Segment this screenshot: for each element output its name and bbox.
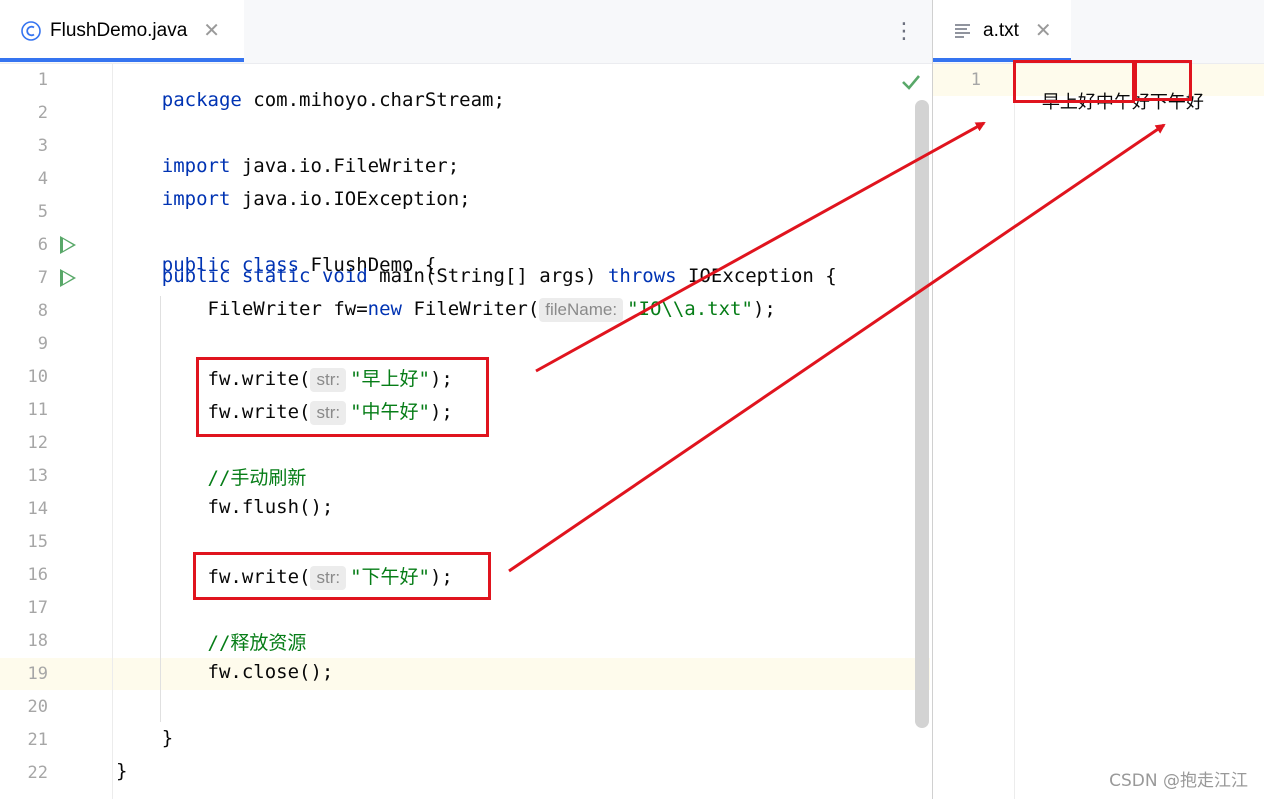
watermark: CSDN @抱走江江 [1109, 771, 1248, 791]
annotation-arrow-2 [508, 123, 1166, 573]
annotation-arrows [508, 121, 1166, 573]
annotation-arrow-1 [535, 121, 986, 373]
